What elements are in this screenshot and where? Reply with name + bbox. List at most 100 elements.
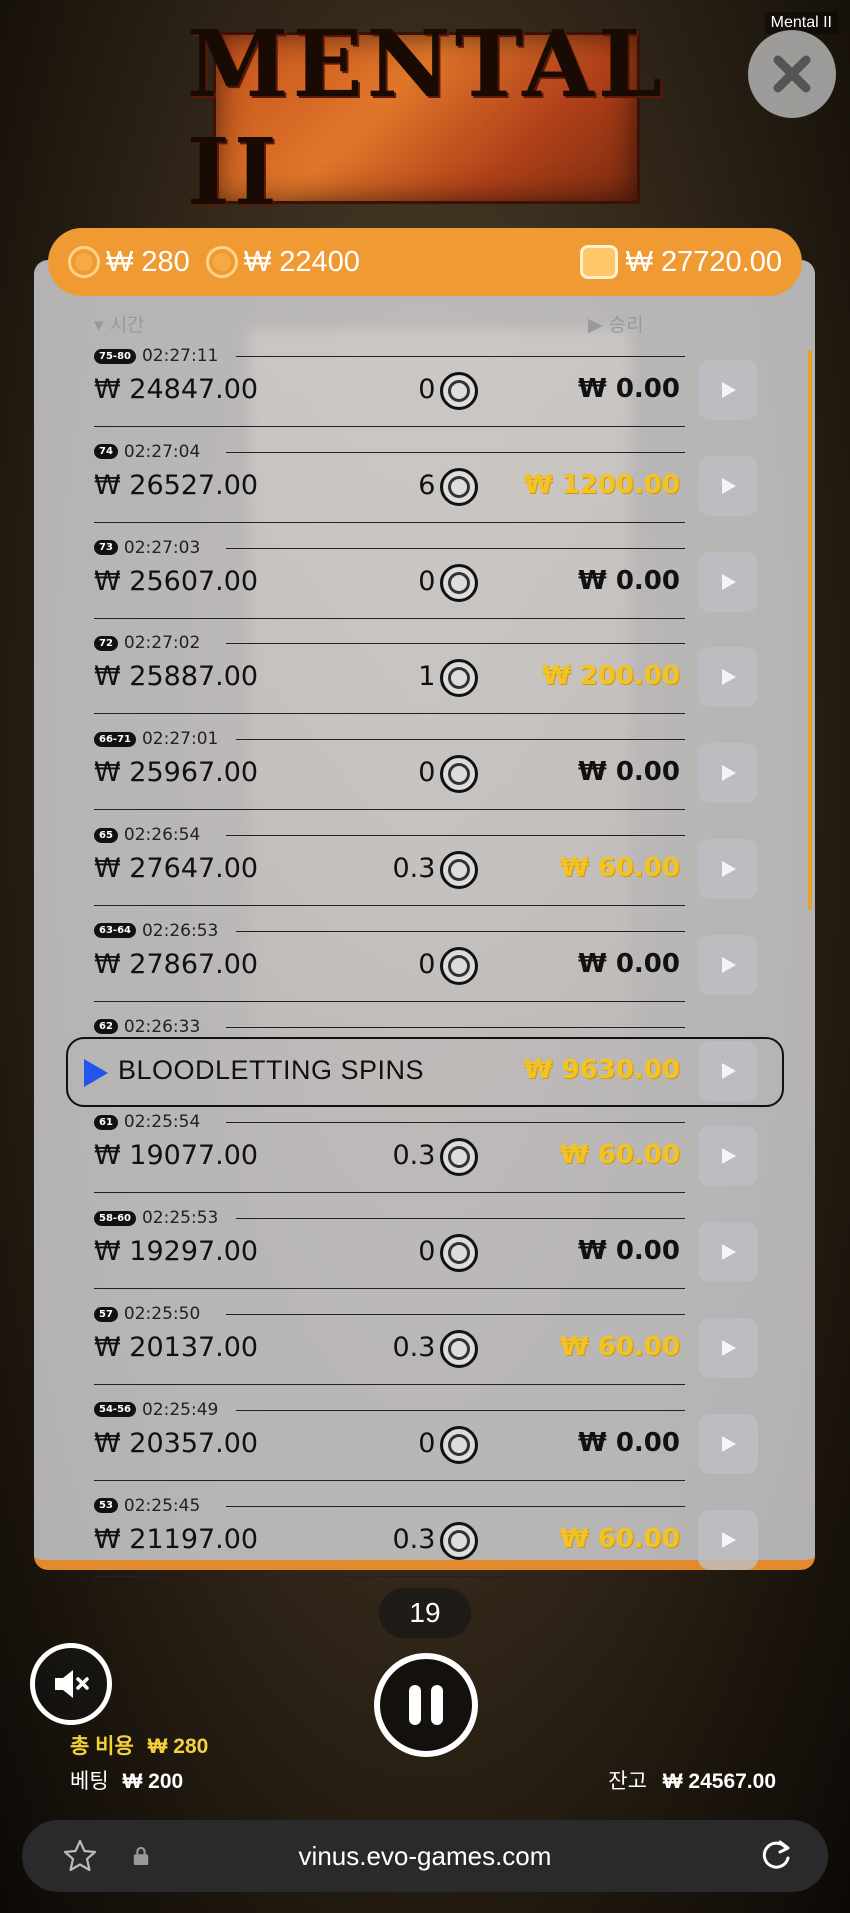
row-meta: 72 02:27:02 [94,631,200,655]
scrollbar[interactable] [808,350,812,910]
replay-button[interactable] [698,1040,758,1101]
wallet-icon [579,245,618,279]
replay-button[interactable] [698,1318,758,1378]
divider [236,1218,685,1220]
coin-icon [68,246,100,278]
coin-value: ₩ 280 [106,245,190,278]
history-row: 7202:27:02₩ 25887.001 x₩ 200.00 [0,631,850,727]
divider [94,905,685,906]
total-coin-value: ₩ 22400 [243,245,360,278]
mute-button[interactable] [30,1643,112,1725]
divider [226,1314,685,1315]
round-tag: 72 [94,635,118,651]
replay-button[interactable] [698,647,758,708]
replay-button[interactable] [698,1509,758,1570]
round-time: 02:26:54 [123,825,201,845]
row-balance: ₩ 21197.00 [94,1523,259,1555]
row-meta: 75-80 02:27:11 [94,344,218,368]
row-balance: ₩ 26527.00 [94,469,259,501]
round-time: 02:26:33 [123,1016,201,1037]
replay-button[interactable] [698,839,758,899]
bonus-round-label: BLOODLETTING SPINS [118,1054,425,1085]
total-cost-value: ₩ 280 [147,1735,209,1758]
history-row: 7302:27:03₩ 25607.000 x₩ 0.00 [0,536,850,632]
history-row: 66-7102:27:01₩ 25967.000 x₩ 0.00 [0,727,850,823]
divider [226,547,685,549]
coin-stack-icon [205,246,238,278]
round-tag: 61 [94,1114,118,1130]
round-time: 02:25:53 [141,1208,219,1229]
play-icon [722,1531,736,1548]
divider [94,1575,685,1577]
url-text[interactable]: vinus.evo-games.com [22,1841,828,1872]
row-meta: 53 02:25:45 [94,1494,200,1518]
divider [94,809,685,811]
play-icon [722,477,736,494]
play-icon [722,956,736,973]
wallet-balance: ₩ 27720.00 [625,245,782,278]
history-row: 61 02:25:54 ₩ 19077.00 0.3 x ₩ 60.00 [0,1110,850,1206]
row-win-amount: ₩ 0.00 [578,948,680,979]
divider [236,1409,685,1411]
history-row: 53 02:25:45 ₩ 21197.00 0.3 x ₩ 60.00 [0,1494,850,1590]
divider [236,739,685,741]
play-icon [722,1062,736,1079]
divider [94,1288,685,1290]
spin-counter: 19 [379,1588,471,1638]
replay-button[interactable] [698,551,758,612]
row-win-amount: ₩ 0.00 [578,565,680,596]
row-meta: 65 02:26:54 [94,823,200,847]
row-win-amount: ₩ 60.00 [560,1523,680,1554]
divider [94,1000,685,1002]
divider [94,1479,685,1481]
round-tag: 75-80 [94,348,136,364]
round-time: 02:27:11 [141,346,219,366]
play-icon [722,861,736,877]
divider [226,1505,685,1507]
row-balance: ₩ 24847.00 [94,374,259,405]
total-cost: 총 비용 ₩ 280 [70,1730,208,1760]
history-row: 58-6002:25:53₩ 19297.000 x₩ 0.00 [0,1206,850,1302]
row-win-amount: ₩ 60.00 [560,1332,680,1362]
row-balance: ₩ 25887.00 [94,661,259,693]
balance-value: ₩ 24567.00 [662,1770,776,1793]
row-balance: ₩ 19297.00 [94,1236,259,1268]
row-win-amount: ₩ 0.00 [578,1427,680,1458]
coin-icon [440,1234,478,1273]
row-balance: ₩ 19077.00 [94,1140,259,1172]
divider [94,617,685,619]
divider [226,1026,685,1028]
play-icon [722,1340,736,1356]
history-row: 63-6402:26:53₩ 27867.000 x₩ 0.00 [0,919,850,1015]
row-balance: ₩ 25607.00 [94,565,259,597]
time-column-header[interactable]: ▾ 시간 [94,310,145,337]
replay-button[interactable] [698,455,758,516]
pause-icon [409,1685,421,1725]
divider [94,1384,685,1385]
reload-icon[interactable] [758,1838,794,1874]
replay-button[interactable] [698,1222,758,1283]
divider [226,643,685,645]
row-win-amount: ₩ 0.00 [578,757,680,788]
pause-button[interactable] [374,1653,478,1757]
coin-icon [440,1521,478,1560]
row-win-amount: ₩ 9630.00 [523,1054,680,1085]
replay-button[interactable] [698,360,758,420]
close-button[interactable] [748,30,836,118]
speaker-muted-icon [55,1670,89,1698]
replay-button[interactable] [698,1126,758,1187]
row-meta: 62 02:26:33 [94,1015,200,1039]
divider [94,426,685,427]
close-icon [773,55,811,93]
round-time: 02:25:54 [123,1112,201,1133]
round-tag: 58-60 [94,1210,136,1226]
browser-address-bar[interactable]: vinus.evo-games.com [22,1820,828,1892]
replay-button[interactable] [698,934,758,995]
replay-button[interactable] [698,743,758,804]
history-row: 65 02:26:54 ₩ 27647.00 0.3 x ₩ 60.00 [0,823,850,919]
win-column-header[interactable]: ▶ 승리 [588,310,644,337]
play-icon [722,1148,736,1165]
replay-button[interactable] [698,1413,758,1474]
round-tag: 54-56 [94,1402,136,1418]
row-meta: 73 02:27:03 [94,536,200,560]
